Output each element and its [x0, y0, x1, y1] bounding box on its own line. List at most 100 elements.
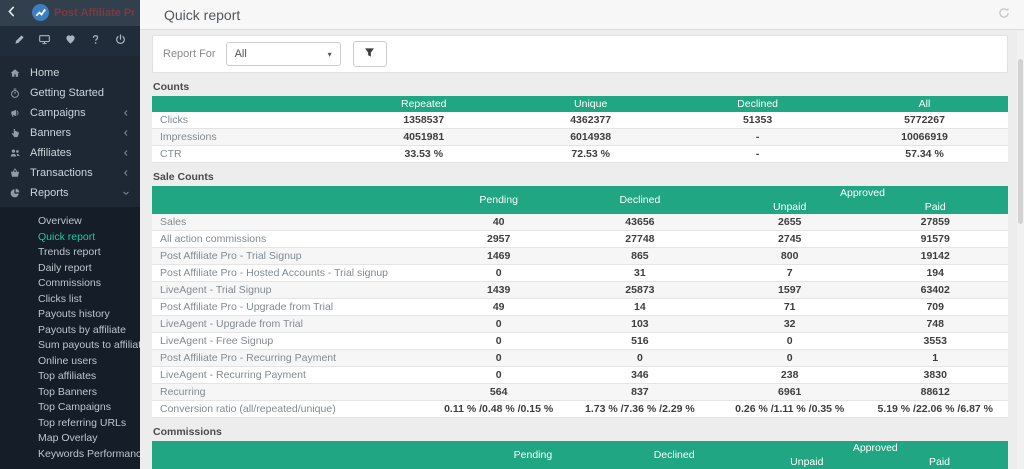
submenu-item-top-campaigns[interactable]: Top Campaigns [0, 400, 140, 416]
chevron-collapsed-icon [122, 149, 130, 157]
hand-pointer-icon [10, 128, 30, 138]
row-value: 564 [434, 384, 562, 401]
row-label: Conversion ratio (all/repeated/unique) [152, 401, 434, 418]
sidebar-item-campaigns[interactable]: Campaigns [0, 103, 140, 123]
row-value: 0 [434, 333, 562, 350]
chevron-collapsed-icon [122, 169, 130, 177]
filter-panel: Report For All ▾ [152, 35, 1008, 73]
heart-icon [65, 32, 76, 50]
header-cell-unpaid: Unpaid [717, 200, 863, 214]
sidebar-item-affiliates[interactable]: Affiliates [0, 143, 140, 163]
row-value: 71 [717, 299, 863, 316]
table-row-all-action-commissions: All action commissions295727748274591579 [152, 231, 1008, 248]
sidebar-item-banners[interactable]: Banners [0, 123, 140, 143]
submenu-item-online-users[interactable]: Online users [0, 354, 140, 370]
scrollbar-thumb[interactable] [1018, 59, 1023, 224]
report-content: Report For All ▾ CountsRepeatedUniqueDec… [140, 30, 1024, 469]
section-title-commissions: Commissions [153, 426, 1008, 438]
submenu-item-sum-payouts-to-affiliates[interactable]: Sum payouts to affiliates [0, 338, 140, 354]
row-label: LiveAgent - Trial Signup [152, 282, 434, 299]
report-for-selected-value: All [235, 48, 247, 60]
section-title-sale-counts: Sale Counts [153, 171, 1008, 183]
table-header: RepeatedUniqueDeclinedAll [152, 96, 1008, 112]
sidebar-item-home[interactable]: Home [0, 63, 140, 83]
brand-logo-icon [32, 4, 49, 21]
row-value: 57.34 % [841, 146, 1008, 163]
row-value: 0.26 % /1.11 % /0.35 % [717, 401, 863, 418]
row-label: Post Affiliate Pro - Hosted Accounts - T… [152, 265, 434, 282]
quickbar-pencil-button[interactable] [14, 32, 25, 50]
row-value: 5.19 % /22.06 % /6.87 % [862, 401, 1008, 418]
header-cell-repeated: Repeated [340, 96, 507, 112]
sidebar-item-label: Reports [30, 187, 69, 199]
row-label: Post Affiliate Pro - Upgrade from Trial [152, 299, 434, 316]
row-value: 6961 [717, 384, 863, 401]
report-tables: CountsRepeatedUniqueDeclinedAllClicks135… [152, 81, 1008, 469]
refresh-button[interactable] [998, 6, 1010, 24]
row-label: LiveAgent - Upgrade from Trial [152, 316, 434, 333]
submenu-item-commissions[interactable]: Commissions [0, 276, 140, 292]
row-value: 32 [717, 316, 863, 333]
row-value: 10066919 [841, 129, 1008, 146]
sidebar-item-getting-started[interactable]: Getting Started [0, 83, 140, 103]
table-row-clicks: Clicks13585374362377513535772267 [152, 112, 1008, 129]
help-icon [90, 32, 101, 50]
row-value: 4362377 [507, 112, 674, 129]
chevron-collapsed-icon [122, 109, 130, 117]
quickbar-help-button[interactable] [90, 32, 101, 50]
row-value: 0 [434, 350, 562, 367]
brand-name: Post Affiliate Pro [54, 7, 134, 19]
row-value: 103 [563, 316, 717, 333]
row-value: 1439 [434, 282, 562, 299]
table-row-post-affiliate-pro-trial-signup: Post Affiliate Pro - Trial Signup1469865… [152, 248, 1008, 265]
quickbar-monitor-button[interactable] [39, 32, 50, 50]
table-row-ctr: CTR33.53 %72.53 %-57.34 % [152, 146, 1008, 163]
submenu-item-top-banners[interactable]: Top Banners [0, 385, 140, 401]
pie-chart-icon [10, 188, 30, 198]
submenu-item-quick-report[interactable]: Quick report [0, 230, 140, 246]
row-label: Clicks [152, 112, 340, 129]
row-label: CTR [152, 146, 340, 163]
quickbar-heart-button[interactable] [65, 32, 76, 50]
row-value: 51353 [674, 112, 841, 129]
row-label: Impressions [152, 129, 340, 146]
submenu-item-daily-report[interactable]: Daily report [0, 261, 140, 277]
table-row-impressions: Impressions40519816014938-10066919 [152, 129, 1008, 146]
chevron-collapsed-icon [122, 129, 130, 137]
header-cell-declined: Declined [563, 186, 717, 214]
header-cell-declined: Declined [606, 441, 743, 469]
submenu-item-clicks-list[interactable]: Clicks list [0, 292, 140, 308]
submenu-item-top-referring-urls[interactable]: Top referring URLs [0, 416, 140, 432]
sidebar-item-transactions[interactable]: Transactions [0, 163, 140, 183]
table-counts: RepeatedUniqueDeclinedAllClicks135853743… [152, 96, 1008, 163]
header-cell-declined: Declined [674, 96, 841, 112]
sidebar-item-label: Home [30, 67, 59, 79]
collapse-sidebar-button[interactable] [6, 4, 26, 22]
row-value: 800 [717, 248, 863, 265]
row-value: 5772267 [841, 112, 1008, 129]
page-header: Quick report [140, 0, 1024, 30]
submenu-item-overview[interactable]: Overview [0, 214, 140, 230]
table-row-liveagent-recurring-payment: LiveAgent - Recurring Payment03462383830 [152, 367, 1008, 384]
submenu-item-payouts-history[interactable]: Payouts history [0, 307, 140, 323]
sidebar-item-reports[interactable]: Reports [0, 183, 140, 203]
sidebar-item-label: Banners [30, 127, 71, 139]
submenu-item-top-affiliates[interactable]: Top affiliates [0, 369, 140, 385]
vertical-scrollbar[interactable] [1017, 31, 1024, 469]
submenu-item-keywords-performance[interactable]: Keywords Performance [0, 447, 140, 463]
submenu-item-trends-report[interactable]: Trends report [0, 245, 140, 261]
section-commissions: CommissionsPendingDeclinedApprovedUnpaid… [152, 426, 1008, 469]
table-row-liveagent-free-signup: LiveAgent - Free Signup051603553 [152, 333, 1008, 350]
report-for-select[interactable]: All ▾ [226, 42, 341, 66]
row-value: 0 [434, 367, 562, 384]
row-label: Post Affiliate Pro - Trial Signup [152, 248, 434, 265]
submenu-item-map-overlay[interactable]: Map Overlay [0, 431, 140, 447]
submenu-item-payouts-by-affiliate[interactable]: Payouts by affiliate [0, 323, 140, 339]
row-value: 3553 [862, 333, 1008, 350]
section-sale-counts: Sale CountsPendingDeclinedApprovedUnpaid… [152, 171, 1008, 418]
filter-button[interactable] [353, 41, 387, 67]
sidebar-item-label: Transactions [30, 167, 93, 179]
row-value: 49 [434, 299, 562, 316]
row-value: 1469 [434, 248, 562, 265]
quickbar-power-button[interactable] [115, 32, 126, 50]
